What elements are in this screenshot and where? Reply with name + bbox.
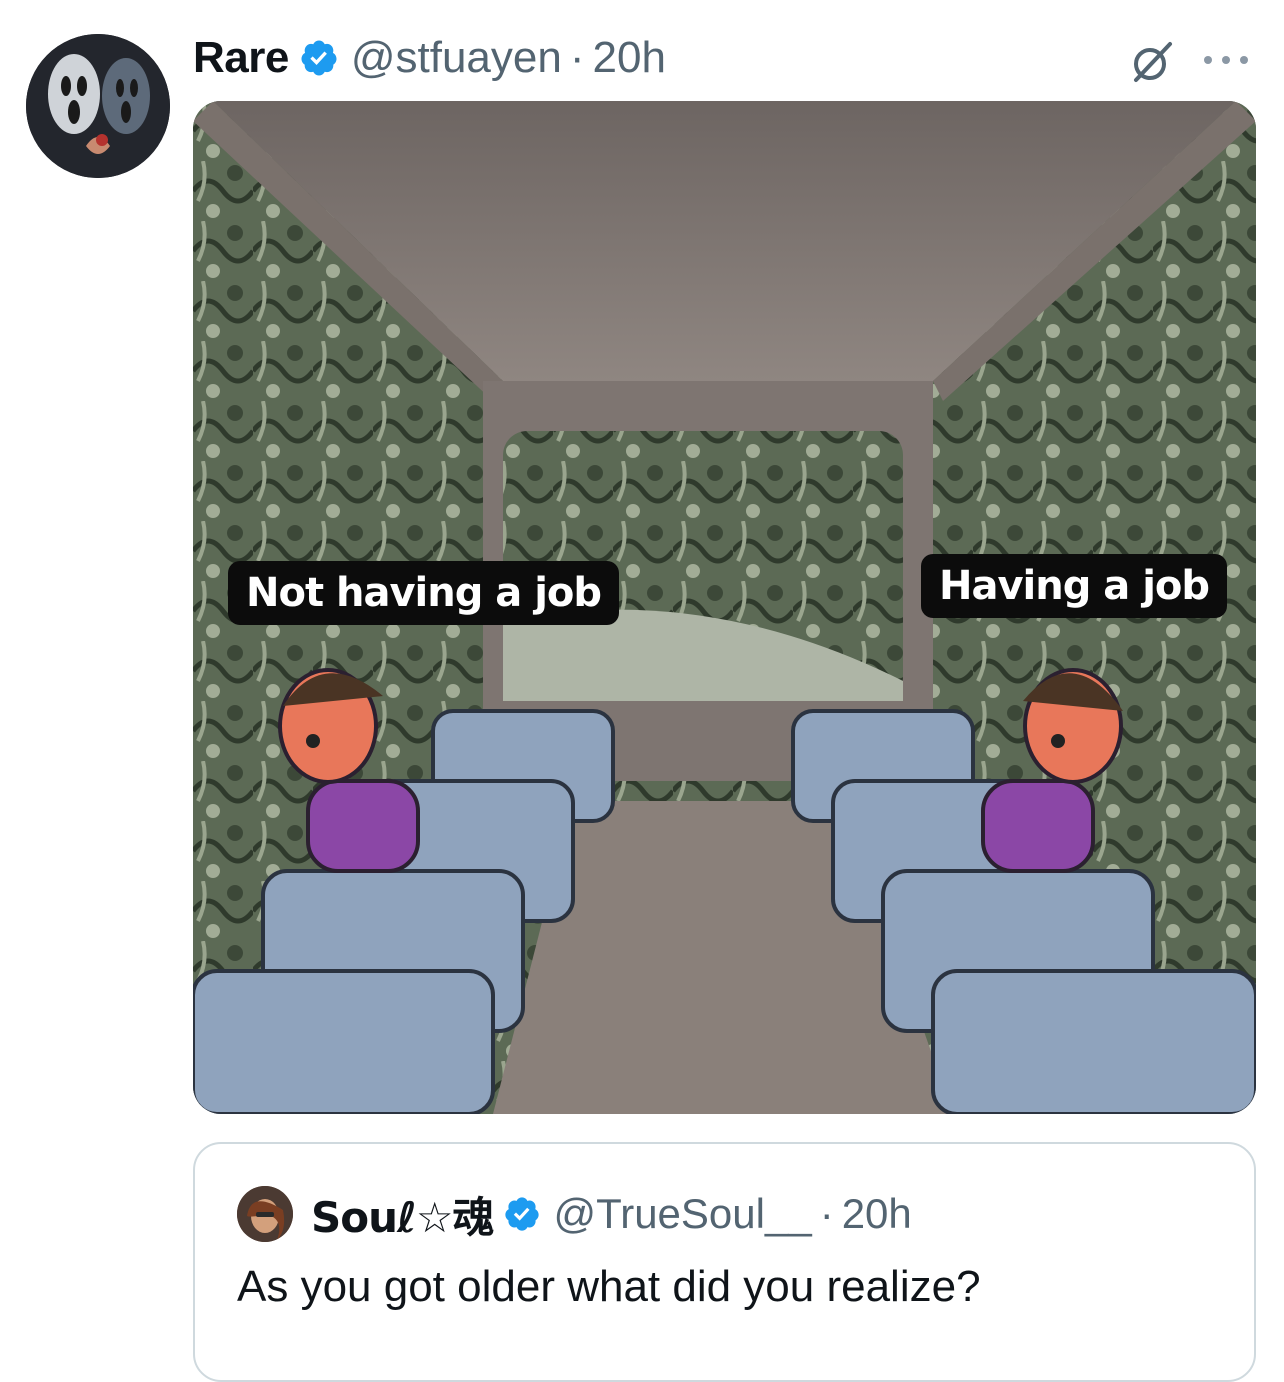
author-handle[interactable]: @stfuayen — [351, 33, 562, 83]
separator-dot: · — [819, 1190, 834, 1237]
author-avatar[interactable] — [26, 34, 170, 178]
tweet-timestamp[interactable]: 20h — [593, 33, 666, 83]
quoted-tweet-header: Souℓ☆魂 @TrueSoul__ · 20h — [311, 1186, 912, 1242]
verified-badge-icon — [301, 40, 337, 76]
meme-label-left: Not having a job — [228, 561, 620, 625]
quoted-author-name[interactable]: Souℓ☆魂 — [311, 1184, 494, 1245]
quoted-author-avatar — [237, 1186, 293, 1242]
avatar-image — [26, 34, 170, 178]
tweet-header: Rare @stfuayen · 20h — [193, 28, 666, 88]
separator-dot: · — [569, 33, 585, 82]
meme-label-right: Having a job — [921, 554, 1228, 618]
grok-icon[interactable] — [1128, 38, 1176, 86]
verified-badge-icon — [505, 1197, 540, 1231]
quoted-tweet-text: As you got older what did you realize? — [237, 1262, 981, 1311]
quoted-tweet-timestamp: 20h — [841, 1190, 912, 1237]
quoted-author-handle[interactable]: @TrueSoul__ — [553, 1190, 811, 1238]
author-name[interactable]: Rare — [193, 33, 289, 83]
more-options-icon[interactable] — [1198, 40, 1254, 80]
quoted-avatar-image — [237, 1186, 293, 1242]
quoted-tweet-card[interactable]: Souℓ☆魂 @TrueSoul__ · 20h As you got olde… — [193, 1142, 1256, 1382]
tweet-media-image[interactable]: Not having a job Having a job — [193, 101, 1256, 1114]
